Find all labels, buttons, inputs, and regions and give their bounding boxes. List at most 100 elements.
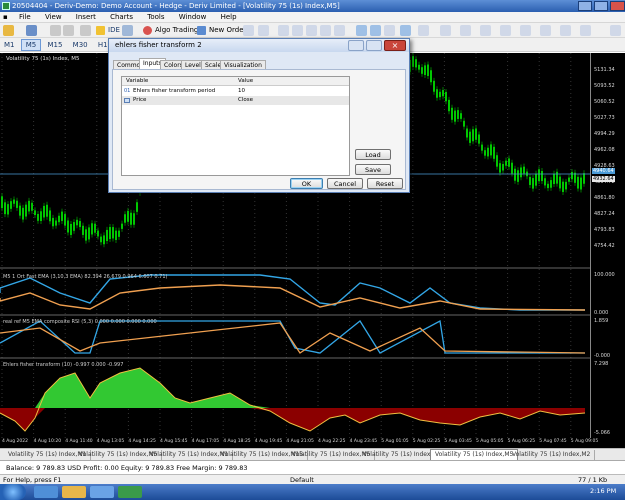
cancel-button[interactable]: Cancel [327, 178, 363, 189]
menu-view[interactable]: View [39, 12, 68, 23]
line-chart-icon[interactable] [384, 25, 395, 36]
navigator-icon[interactable] [80, 25, 91, 36]
metatrader-icon[interactable] [118, 486, 142, 498]
close-button[interactable] [610, 1, 625, 11]
depth-icon[interactable] [258, 25, 269, 36]
hline-icon[interactable] [460, 25, 471, 36]
bar-chart-icon[interactable] [356, 25, 367, 36]
row-variable: Ehlers fisher transform period [133, 88, 216, 94]
candle [100, 236, 102, 243]
menu-insert[interactable]: Insert [70, 12, 102, 23]
table-row[interactable]: 01 Ehlers fisher transform period 10 [122, 87, 349, 96]
candle [31, 202, 33, 211]
profiles-icon[interactable] [26, 25, 37, 36]
hline-price-tag: 4940.64 [592, 168, 615, 174]
indicator-properties-dialog: ehlers fisher transform 2 × Common Input… [108, 38, 410, 193]
reset-button[interactable]: Reset [367, 178, 403, 189]
row-value[interactable]: Close [238, 96, 253, 105]
candle [1, 196, 3, 209]
dialog-maximize-button[interactable] [366, 40, 382, 51]
candle [517, 170, 519, 182]
time-axis: 4 Aug 2022 4 Aug 10:20 4 Aug 11:40 4 Aug 13… [0, 438, 625, 448]
timeframe-m5[interactable]: M5 [20, 39, 42, 51]
candle [529, 176, 531, 185]
price-label: 4962.08 [594, 147, 615, 153]
crosshair-icon[interactable] [418, 25, 429, 36]
candle [565, 181, 567, 190]
new-chart-icon[interactable] [3, 25, 14, 36]
timeframe-m15[interactable]: M15 [43, 38, 66, 52]
zoom-in-icon[interactable] [278, 25, 289, 36]
candles-icon[interactable] [370, 25, 381, 36]
candle [22, 207, 24, 220]
candle [571, 171, 573, 180]
shapes-icon[interactable] [580, 25, 591, 36]
candle [124, 214, 126, 223]
candle [61, 211, 63, 222]
data-window-icon[interactable] [63, 25, 74, 36]
candle [76, 219, 78, 226]
table-row[interactable]: Price Close [122, 96, 349, 105]
candle [502, 164, 504, 171]
start-button[interactable] [0, 484, 26, 500]
explorer-icon[interactable] [62, 486, 86, 498]
minimize-button[interactable] [578, 1, 592, 11]
trendline-icon[interactable] [440, 25, 451, 36]
zoom-out-icon[interactable] [292, 25, 303, 36]
dialog-close-button[interactable]: × [384, 40, 406, 51]
new-order-button[interactable]: New Order [196, 25, 249, 36]
chart-shift-icon[interactable] [320, 25, 331, 36]
candle [433, 80, 435, 92]
menu-window[interactable]: Window [173, 12, 213, 23]
dialog-minimize-button[interactable] [348, 40, 364, 51]
chart-tab[interactable]: Volatility 75 (1s) Index,M2 [508, 450, 596, 460]
fisher-negative-area [0, 408, 585, 431]
candle [418, 64, 420, 70]
candle [451, 107, 453, 120]
strategy-tester-icon[interactable] [122, 25, 133, 36]
search-icon[interactable] [610, 25, 621, 36]
ie-icon[interactable] [34, 486, 58, 498]
autoscroll-icon[interactable] [334, 25, 345, 36]
price-label: 4827.24 [594, 211, 615, 217]
candle [487, 147, 489, 157]
load-button[interactable]: Load [355, 149, 391, 160]
cursor-icon[interactable] [400, 25, 411, 36]
indicator2-label: real ref M5 EMA composite RSI (5,3) 0.00… [3, 319, 157, 325]
candle [562, 181, 564, 192]
algo-trading-button[interactable]: Algo Trading [142, 25, 201, 36]
column-value: Value [238, 78, 254, 84]
status-bar: For Help, press F1 Default 77 / 1 Kb [0, 474, 625, 484]
time-label: 4 Aug 13:05 [96, 439, 125, 444]
menu-file[interactable]: File [13, 12, 37, 23]
candle [82, 225, 84, 235]
ok-button[interactable]: OK [290, 178, 323, 189]
tab-visualization[interactable]: Visualization [220, 60, 266, 69]
candle [427, 64, 429, 77]
inputs-table: Variable Value 01 Ehlers fisher transfor… [121, 76, 350, 176]
candle [532, 178, 534, 189]
candle [412, 56, 414, 67]
fibo-icon[interactable] [520, 25, 531, 36]
ide-button[interactable]: IDE [95, 25, 123, 36]
candle [430, 70, 432, 83]
menu-help[interactable]: Help [215, 12, 243, 23]
market-watch-icon[interactable] [50, 25, 61, 36]
time-label: 5 Aug 01:05 [381, 439, 409, 444]
timeframe-m30[interactable]: M30 [69, 38, 92, 52]
maximize-button[interactable] [594, 1, 608, 11]
timeframe-m1[interactable]: M1 [0, 38, 19, 52]
media-icon[interactable] [90, 486, 114, 498]
grid-icon[interactable] [306, 25, 317, 36]
text-icon[interactable] [540, 25, 551, 36]
channel-icon[interactable] [500, 25, 511, 36]
arrows-icon[interactable] [560, 25, 571, 36]
row-value[interactable]: 10 [238, 87, 245, 96]
candle [577, 176, 579, 189]
vline-icon[interactable] [480, 25, 491, 36]
price-label: 5027.73 [594, 115, 615, 121]
buy-sell-icon[interactable] [243, 25, 254, 36]
save-button[interactable]: Save [355, 164, 391, 175]
menu-tools[interactable]: Tools [141, 12, 170, 23]
menu-charts[interactable]: Charts [104, 12, 139, 23]
